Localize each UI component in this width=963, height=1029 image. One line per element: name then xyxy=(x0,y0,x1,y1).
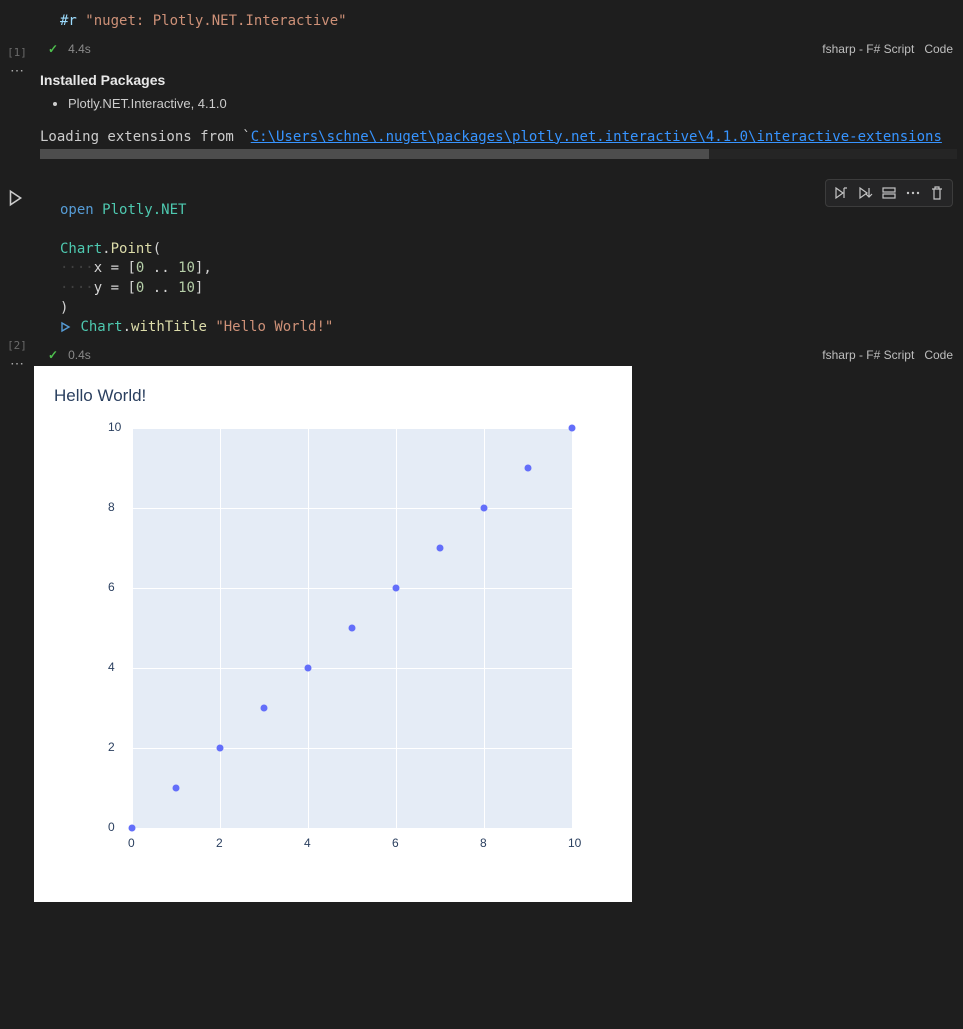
data-point[interactable] xyxy=(481,504,488,511)
y-tick-label: 8 xyxy=(108,500,122,514)
code-line[interactable]: #r "nuget: Plotly.NET.Interactive" xyxy=(60,12,939,32)
execution-time: 0.4s xyxy=(68,348,91,362)
string-token: "nuget: Plotly.NET.Interactive" xyxy=(85,13,346,29)
data-point[interactable] xyxy=(173,784,180,791)
success-check-icon: ✓ xyxy=(48,348,58,362)
cell-2-status: ✓ 0.4s fsharp - F# Script Code xyxy=(34,344,963,366)
plot-area[interactable]: 02468100246810 xyxy=(76,428,596,878)
data-point[interactable] xyxy=(569,424,576,431)
language-label[interactable]: fsharp - F# Script xyxy=(822,348,914,362)
data-point[interactable] xyxy=(525,464,532,471)
y-tick-label: 0 xyxy=(108,820,122,834)
x-tick-label: 0 xyxy=(128,836,135,850)
code-line[interactable]: ····y = [0 .. 10] xyxy=(60,279,939,299)
chart-title: Hello World! xyxy=(54,386,612,406)
gridline-horizontal xyxy=(132,828,572,829)
x-tick-label: 2 xyxy=(216,836,223,850)
gridline-vertical xyxy=(572,428,573,828)
installed-package-item: Plotly.NET.Interactive, 4.1.0 xyxy=(68,96,957,111)
data-point[interactable] xyxy=(305,664,312,671)
directive-token: #r xyxy=(60,13,77,29)
gridline-vertical xyxy=(308,428,309,828)
cell-2: open Plotly.NET Chart.Point( ····x = [0 … xyxy=(0,183,963,902)
execution-time: 4.4s xyxy=(68,42,91,56)
cell-toolbar xyxy=(825,179,953,207)
gridline-vertical xyxy=(132,428,133,828)
gridline-horizontal xyxy=(132,428,572,429)
delete-cell-button[interactable] xyxy=(926,182,948,204)
y-tick-label: 2 xyxy=(108,740,122,754)
horizontal-scrollbar[interactable] xyxy=(40,149,957,159)
x-tick-label: 6 xyxy=(392,836,399,850)
split-cell-button[interactable] xyxy=(878,182,900,204)
run-cell-button[interactable] xyxy=(6,189,24,210)
cell-output-menu-icon[interactable]: ⋯ xyxy=(10,358,24,368)
y-tick-label: 10 xyxy=(108,420,122,434)
code-line[interactable]: ) xyxy=(60,299,939,319)
code-line[interactable] xyxy=(60,220,939,240)
chart-output: Hello World! 0 2 4 6 8 10 0 2 4 6 8 10 xyxy=(34,366,632,902)
execution-count: [2] xyxy=(7,339,27,352)
gridline-horizontal xyxy=(132,508,572,509)
cell-kind-label[interactable]: Code xyxy=(924,42,953,56)
code-line[interactable]: open Plotly.NET xyxy=(60,201,939,221)
cell-kind-label[interactable]: Code xyxy=(924,348,953,362)
y-tick-label: 4 xyxy=(108,660,122,674)
cell-1: #r "nuget: Plotly.NET.Interactive" ✓ 4.4… xyxy=(0,0,963,169)
scrollbar-thumb[interactable] xyxy=(40,149,709,159)
gridline-horizontal xyxy=(132,668,572,669)
x-tick-label: 10 xyxy=(568,836,581,850)
cell-output-menu-icon[interactable]: ⋯ xyxy=(10,65,24,75)
run-below-button[interactable] xyxy=(854,182,876,204)
code-line[interactable]: Chart.withTitle "Hello World!" xyxy=(60,318,939,338)
data-point[interactable] xyxy=(129,824,136,831)
x-tick-label: 4 xyxy=(304,836,311,850)
pipe-operator-icon xyxy=(60,321,72,333)
data-point[interactable] xyxy=(393,584,400,591)
loading-extensions-line: Loading extensions from `C:\Users\schne\… xyxy=(40,129,957,145)
execution-count: [1] xyxy=(7,46,27,59)
more-actions-button[interactable] xyxy=(902,182,924,204)
extensions-path-link[interactable]: C:\Users\schne\.nuget\packages\plotly.ne… xyxy=(251,129,942,145)
gridline-vertical xyxy=(484,428,485,828)
data-point[interactable] xyxy=(261,704,268,711)
gridline-vertical xyxy=(220,428,221,828)
gridline-horizontal xyxy=(132,588,572,589)
cell-1-code-area[interactable]: #r "nuget: Plotly.NET.Interactive" ✓ 4.4… xyxy=(34,0,963,60)
gridline-horizontal xyxy=(132,748,572,749)
code-line[interactable]: Chart.Point( xyxy=(60,240,939,260)
success-check-icon: ✓ xyxy=(48,42,58,56)
code-line[interactable]: ····x = [0 .. 10], xyxy=(60,259,939,279)
gridline-vertical xyxy=(396,428,397,828)
run-above-button[interactable] xyxy=(830,182,852,204)
data-point[interactable] xyxy=(217,744,224,751)
language-label[interactable]: fsharp - F# Script xyxy=(822,42,914,56)
x-tick-label: 8 xyxy=(480,836,487,850)
cell-2-code-area[interactable]: open Plotly.NET Chart.Point( ····x = [0 … xyxy=(34,183,963,366)
data-point[interactable] xyxy=(437,544,444,551)
cell-1-status: ✓ 4.4s fsharp - F# Script Code xyxy=(34,38,963,60)
data-point[interactable] xyxy=(349,624,356,631)
y-tick-label: 6 xyxy=(108,580,122,594)
cell-1-output: Installed Packages Plotly.NET.Interactiv… xyxy=(34,60,963,169)
output-heading: Installed Packages xyxy=(40,72,957,88)
